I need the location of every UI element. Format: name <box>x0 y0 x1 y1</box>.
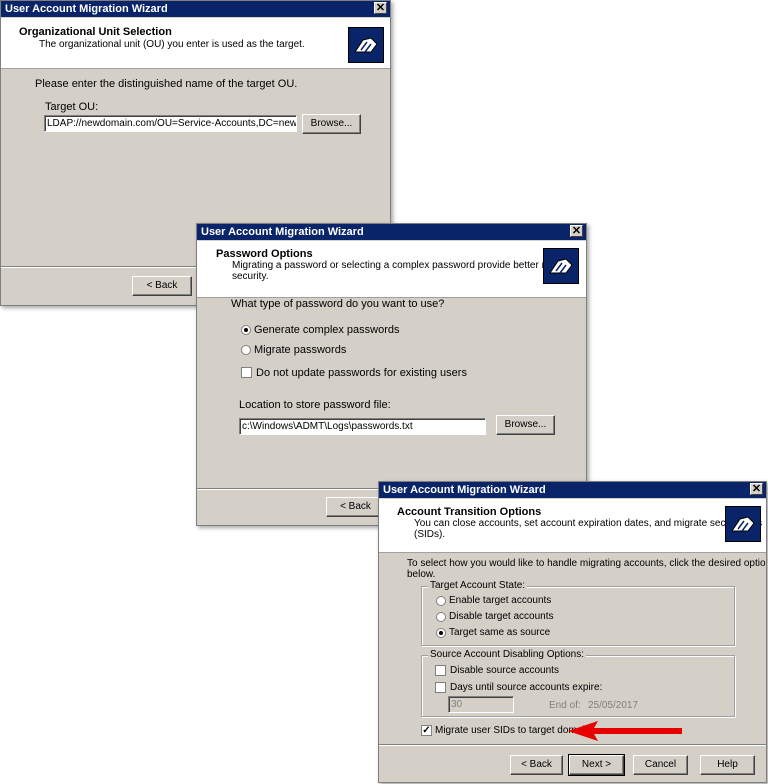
cancel-button[interactable]: Cancel <box>633 755 688 775</box>
checkbox-no-update[interactable] <box>241 367 252 378</box>
password-type-question: What type of password do you want to use… <box>231 298 445 310</box>
password-file-input[interactable]: c:\Windows\ADMT\Logs\passwords.txt <box>239 418 486 435</box>
header-description-line-1: Migrating a password or selecting a comp… <box>232 260 577 271</box>
title-bar[interactable]: User Account Migration Wizard ✕ <box>197 224 586 240</box>
wizard-header: Organizational Unit Selection The organi… <box>1 18 390 69</box>
back-button[interactable]: < Back <box>132 276 192 296</box>
end-of-value: 25/05/2017 <box>588 700 639 711</box>
intro-line-1: To select how you would like to handle m… <box>407 558 767 569</box>
radio-target-same-label[interactable]: Target same as source <box>449 627 550 638</box>
account-transition-window: User Account Migration Wizard ✕ Account … <box>378 481 767 783</box>
help-button[interactable]: Help <box>700 755 755 775</box>
radio-enable-target[interactable] <box>436 596 446 606</box>
password-file-browse-button[interactable]: Browse... <box>496 415 555 435</box>
red-arrow-annotation <box>568 721 682 741</box>
migration-wizard-icon <box>348 27 384 63</box>
checkbox-migrate-sids[interactable]: ✓ <box>421 725 432 736</box>
wizard-header: Account Transition Options You can close… <box>379 499 766 553</box>
checkbox-disable-source-label[interactable]: Disable source accounts <box>450 665 559 676</box>
migration-wizard-icon <box>725 506 761 542</box>
header-description: The organizational unit (OU) you enter i… <box>39 39 305 50</box>
radio-migrate-passwords[interactable] <box>241 345 251 355</box>
header-description-line-2: security. <box>232 271 269 282</box>
end-of-label: End of: <box>549 700 581 711</box>
radio-migrate-passwords-label[interactable]: Migrate passwords <box>254 344 346 356</box>
header-description-line-1: You can close accounts, set account expi… <box>414 518 763 529</box>
password-file-label: Location to store password file: <box>239 399 391 411</box>
title-bar[interactable]: User Account Migration Wizard ✕ <box>1 1 390 17</box>
header-description-line-2: (SIDs). <box>414 529 446 540</box>
close-icon: ✕ <box>375 2 386 14</box>
wizard-header: Password Options Migrating a password or… <box>197 241 586 298</box>
radio-disable-target[interactable] <box>436 612 446 622</box>
target-account-state-label: Target Account State: <box>428 580 528 591</box>
radio-disable-target-label[interactable]: Disable target accounts <box>449 611 554 622</box>
window-title: User Account Migration Wizard <box>5 3 168 15</box>
checkbox-no-update-label[interactable]: Do not update passwords for existing use… <box>256 367 467 379</box>
close-button[interactable]: ✕ <box>750 483 763 495</box>
next-button[interactable]: Next > <box>568 754 625 776</box>
radio-target-same[interactable] <box>436 628 446 638</box>
back-button[interactable]: < Back <box>510 755 563 775</box>
checkbox-days-expire[interactable] <box>435 682 446 693</box>
radio-enable-target-label[interactable]: Enable target accounts <box>449 595 551 606</box>
window-title: User Account Migration Wizard <box>383 484 546 496</box>
intro-line-2: below. <box>407 569 436 580</box>
footer-separator <box>379 744 766 746</box>
ou-browse-button[interactable]: Browse... <box>302 114 361 134</box>
window-title: User Account Migration Wizard <box>201 226 364 238</box>
close-button[interactable]: ✕ <box>570 225 583 237</box>
close-icon: ✕ <box>571 225 582 237</box>
close-button[interactable]: ✕ <box>374 2 387 14</box>
source-disabling-label: Source Account Disabling Options: <box>428 649 586 660</box>
title-bar[interactable]: User Account Migration Wizard ✕ <box>379 482 766 498</box>
target-ou-label: Target OU: <box>45 101 99 113</box>
ou-prompt: Please enter the distinguished name of t… <box>35 78 298 90</box>
back-button[interactable]: < Back <box>326 497 385 517</box>
close-icon: ✕ <box>751 483 762 495</box>
header-title: Organizational Unit Selection <box>19 26 172 38</box>
radio-generate-complex[interactable] <box>241 325 251 335</box>
checkbox-days-expire-label[interactable]: Days until source accounts expire: <box>450 682 602 693</box>
header-title: Password Options <box>216 248 313 260</box>
radio-generate-complex-label[interactable]: Generate complex passwords <box>254 324 400 336</box>
days-input[interactable]: 30 <box>448 696 514 713</box>
checkbox-disable-source[interactable] <box>435 665 446 676</box>
header-title: Account Transition Options <box>397 506 542 518</box>
migration-wizard-icon <box>543 248 579 284</box>
target-ou-input[interactable]: LDAP://newdomain.com/OU=Service-Accounts… <box>44 115 297 132</box>
